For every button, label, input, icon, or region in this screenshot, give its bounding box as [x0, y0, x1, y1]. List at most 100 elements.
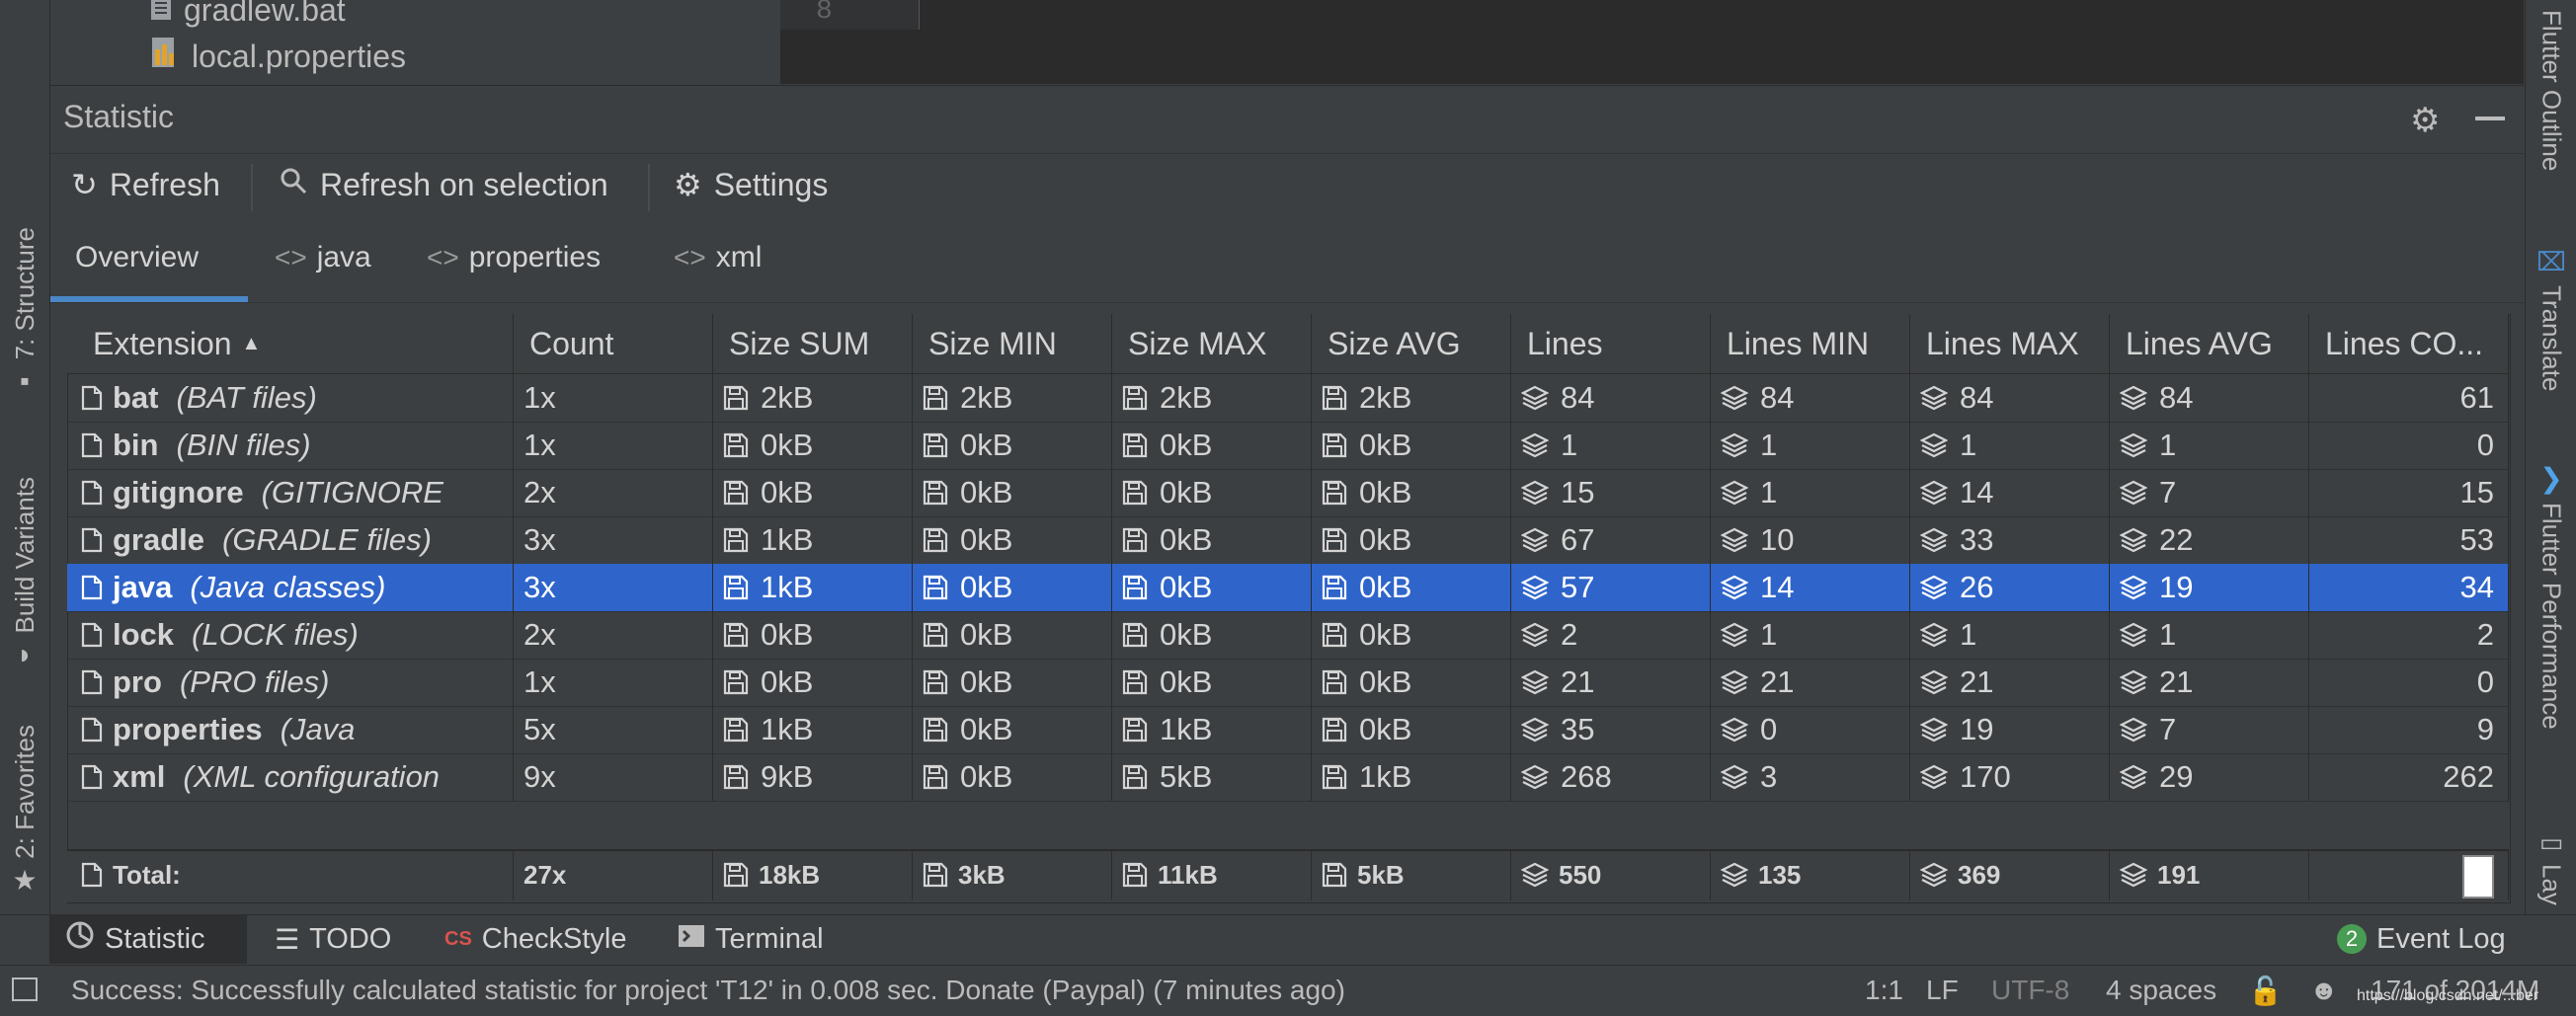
tree-item-local-properties[interactable]: local.properties — [150, 36, 406, 77]
cell-value: 19 — [2159, 570, 2194, 604]
lines-icon — [1920, 527, 1948, 553]
cell-value: 0kB — [1160, 428, 1213, 462]
gear-icon[interactable]: ⚙ — [2410, 101, 2440, 140]
cell-extension: bat (BAT files) — [67, 374, 514, 422]
cell-value: 170 — [1960, 759, 2011, 794]
cell-size-sum: 2kB — [713, 374, 913, 422]
column-header-label: Size SUM — [729, 325, 870, 361]
cell-value: 0kB — [761, 664, 814, 699]
tool-tab-build-variants[interactable]: Build Variants ◗ — [0, 459, 49, 686]
size-icon — [723, 717, 749, 742]
cell-value: 53 — [2459, 522, 2494, 557]
total-value: 5kB — [1357, 859, 1405, 890]
tab-properties[interactable]: <> properties — [427, 241, 601, 274]
editor-area[interactable] — [780, 0, 2524, 84]
tool-tab-translate[interactable]: ⌧ Translate — [2526, 247, 2576, 391]
size-icon — [723, 385, 749, 411]
extension-name: bat — [113, 380, 159, 415]
cell-lines: 57 — [1511, 564, 1711, 611]
column-header-lines-max[interactable]: Lines MAX — [1910, 314, 2110, 373]
cell-lines-min: 10 — [1711, 516, 1910, 564]
file-icon — [81, 622, 103, 648]
table-row[interactable]: xml (XML configuration 9x 9kB 0kB 5kB 1kB 268 3 1… — [67, 753, 2509, 802]
cell-value: 2x — [523, 617, 556, 652]
bottom-tab-checkstyle[interactable]: CS CheckStyle — [429, 914, 642, 964]
line-separator[interactable]: LF — [1926, 975, 1959, 1006]
tool-tab-flutter-outline[interactable]: Flutter Outline — [2526, 10, 2576, 171]
cell-size-avg: 0kB — [1312, 469, 1511, 516]
lines-icon — [1521, 575, 1549, 600]
cell-lines-min: 21 — [1711, 659, 1910, 706]
event-log-button[interactable]: 2 Event Log — [2321, 914, 2522, 964]
indent-setting[interactable]: 4 spaces — [2106, 975, 2216, 1006]
extension-description: (BAT files) — [176, 380, 317, 415]
column-header-count[interactable]: Count — [514, 314, 713, 373]
bottom-tab-statistic[interactable]: Statistic — [49, 914, 247, 964]
column-header-lines-min[interactable]: Lines MIN — [1711, 314, 1910, 373]
cell-value: 0kB — [1160, 664, 1213, 699]
tool-tab-structure[interactable]: 7: Structure ▪ — [0, 202, 49, 420]
cell-size-avg: 0kB — [1312, 564, 1511, 611]
cell-value: 0kB — [960, 712, 1013, 746]
lines-icon — [1920, 432, 1948, 458]
table-row[interactable]: lock (LOCK files) 2x 0kB 0kB 0kB 0kB 2 1 1 1 2 — [67, 611, 2509, 660]
extension-name: properties — [113, 712, 263, 746]
toggle-tool-windows-icon[interactable] — [12, 977, 38, 1001]
table-row[interactable]: gradle (GRADLE files) 3x 1kB 0kB 0kB 0kB 67 10 33… — [67, 516, 2509, 565]
settings-button[interactable]: ⚙ Settings — [674, 166, 828, 203]
refresh-button[interactable]: ↻ Refresh — [71, 166, 220, 203]
tab-xml[interactable]: <> xml — [674, 241, 762, 274]
cell-value: 21 — [1561, 664, 1595, 699]
lines-icon — [1521, 480, 1549, 506]
cell-lines-co: 262 — [2309, 753, 2509, 801]
cell-lines: 84 — [1511, 374, 1711, 422]
table-row[interactable]: pro (PRO files) 1x 0kB 0kB 0kB 0kB 21 21 21 21 0 — [67, 659, 2509, 707]
cell-size-sum: 0kB — [713, 611, 913, 659]
table-row[interactable]: properties (Java 5x 1kB 0kB 1kB 0kB 35 0 19 7 9 — [67, 706, 2509, 754]
inspector-icon[interactable]: ☻ — [2309, 975, 2338, 1006]
column-header-size-avg[interactable]: Size AVG — [1312, 314, 1511, 373]
tree-item-gradlew[interactable]: gradlew.bat — [150, 0, 346, 29]
bottom-tab-todo[interactable]: ☰ TODO — [259, 914, 407, 964]
cell-value: 26 — [1960, 570, 1994, 604]
scroll-thumb[interactable] — [2462, 855, 2494, 899]
column-header-size-sum[interactable]: Size SUM — [713, 314, 913, 373]
panel-header — [50, 85, 2524, 154]
structure-icon: ▪ — [20, 365, 30, 397]
cell-value: 35 — [1561, 712, 1595, 746]
cell-lines: 15 — [1511, 469, 1711, 516]
right-tool-strip: Flutter Outline ⌧ Translate ❯ Flutter Pe… — [2525, 0, 2576, 963]
cell-value: 19 — [1960, 712, 1994, 746]
table-row[interactable]: gitignore (GITIGNORE 2x 0kB 0kB 0kB 0kB 15 1 14 7 1… — [67, 469, 2509, 517]
column-header-label: Size MIN — [928, 325, 1057, 361]
tab-java[interactable]: <> java — [275, 241, 371, 274]
table-row[interactable]: java (Java classes) 3x 1kB 0kB 0kB 0kB 57 14 26 19… — [67, 564, 2509, 612]
column-header-size-min[interactable]: Size MIN — [913, 314, 1112, 373]
file-encoding[interactable]: UTF-8 — [1991, 975, 2069, 1006]
cell-size-max: 1kB — [1112, 706, 1312, 753]
column-header-size-max[interactable]: Size MAX — [1112, 314, 1312, 373]
tab-overview[interactable]: Overview — [75, 241, 199, 274]
tool-tab-favorites[interactable]: 2: Favorites ★ — [0, 725, 49, 894]
column-header-lines[interactable]: Lines — [1511, 314, 1711, 373]
refresh-on-selection-button[interactable]: Refresh on selection — [279, 166, 608, 203]
column-header-lines-avg[interactable]: Lines AVG — [2110, 314, 2309, 373]
tool-tab-layout[interactable]: ▭ Lay — [2526, 827, 2576, 905]
total-value: 18kB — [759, 859, 821, 890]
status-message[interactable]: Success: Successfully calculated statist… — [71, 975, 1345, 1006]
table-row[interactable]: bat (BAT files) 1x 2kB 2kB 2kB 2kB 84 84 84 84 61 — [67, 374, 2509, 423]
extension-description: (BIN files) — [176, 428, 311, 462]
total-value: 11kB — [1158, 859, 1218, 890]
tool-tab-flutter-performance[interactable]: ❯ Flutter Performance — [2526, 462, 2576, 730]
cell-value: 0 — [2476, 664, 2494, 699]
table-row[interactable]: bin (BIN files) 1x 0kB 0kB 0kB 0kB 1 1 1 1 0 — [67, 422, 2509, 470]
lock-icon[interactable]: 🔓 — [2248, 975, 2283, 1007]
caret-position[interactable]: 1:1 — [1865, 975, 1903, 1006]
column-header-lines-co[interactable]: Lines CO... — [2309, 314, 2509, 373]
lines-icon — [2120, 432, 2147, 458]
cell-size-max: 2kB — [1112, 374, 1312, 422]
minimize-icon[interactable] — [2475, 117, 2505, 120]
cell-value: 0kB — [960, 664, 1013, 699]
bottom-tab-terminal[interactable]: Terminal — [662, 914, 840, 964]
column-header-extension[interactable]: Extension ▲ — [67, 314, 514, 373]
